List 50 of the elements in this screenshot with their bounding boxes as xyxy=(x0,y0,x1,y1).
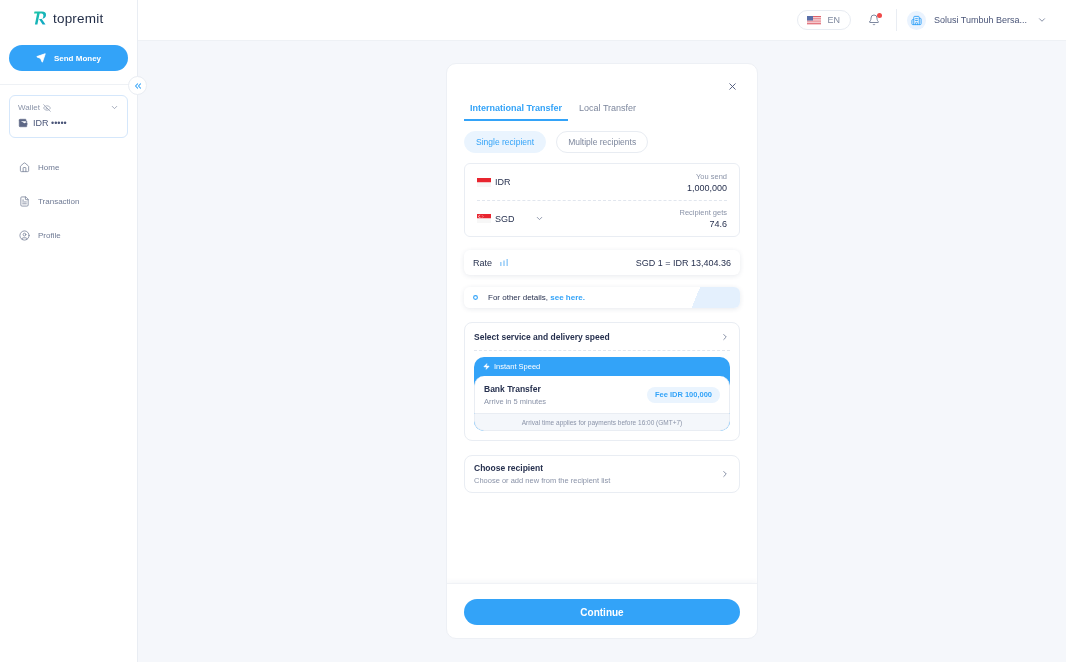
nav-item[interactable]: Transaction xyxy=(0,191,84,211)
chevron-down-icon xyxy=(1037,15,1047,25)
collapse-button[interactable] xyxy=(128,76,147,95)
method-name: Bank Transfer xyxy=(484,383,542,394)
continue-button[interactable]: Continue xyxy=(464,599,740,625)
tab[interactable]: Local Transfer xyxy=(573,103,643,121)
circle-icon xyxy=(473,295,478,300)
currency-code: SGD xyxy=(495,213,516,224)
home-icon xyxy=(19,161,30,173)
bar-chart-icon xyxy=(500,259,508,266)
chevron-right-icon xyxy=(720,469,730,479)
see-here-link[interactable]: see here. xyxy=(550,293,585,302)
recipient-mode-toggle[interactable]: Single recipient xyxy=(464,131,547,153)
flag-icon xyxy=(807,15,822,25)
account-menu[interactable]: Solusi Tumbuh Bersa... xyxy=(906,10,1047,30)
logo-icon xyxy=(34,11,47,25)
double-chevron-left-icon xyxy=(132,80,143,91)
nav-item[interactable]: Profile xyxy=(0,225,65,245)
service-selector[interactable]: Select service and delivery speed xyxy=(474,323,730,351)
wallet-icon xyxy=(18,118,28,128)
building-icon xyxy=(906,10,926,30)
close-icon[interactable] xyxy=(727,81,738,92)
recipient-mode-toggle[interactable]: Multiple recipients xyxy=(556,131,649,153)
amount-value: 74.6 xyxy=(709,219,727,229)
brand-name: topremit xyxy=(53,10,104,26)
rate-label: Rate xyxy=(473,257,492,268)
tab[interactable]: International Transfer xyxy=(464,103,569,121)
nav-item[interactable]: Home xyxy=(0,157,64,177)
language-selector[interactable]: EN xyxy=(797,10,851,30)
eye-off-icon[interactable] xyxy=(42,103,51,112)
paper-plane-icon xyxy=(35,53,46,63)
chevron-down-icon[interactable] xyxy=(110,103,119,112)
account-name: Solusi Tumbuh Bersa... xyxy=(933,15,1027,25)
chevron-down-icon[interactable] xyxy=(535,214,544,223)
flag-icon xyxy=(477,177,491,187)
currency-code: IDR xyxy=(495,177,512,187)
send-money-button[interactable]: Send Money xyxy=(9,45,128,71)
document-icon xyxy=(19,195,30,207)
recipient-title: Choose recipient xyxy=(474,463,544,473)
wallet-label: Wallet xyxy=(18,103,40,112)
flag-icon xyxy=(477,214,491,223)
notice-text: For other details, see here. xyxy=(488,293,585,302)
wallet-card[interactable]: Wallet IDR ••••• xyxy=(9,95,128,138)
lightning-icon xyxy=(483,363,490,370)
bell-icon[interactable] xyxy=(867,14,880,26)
wallet-balance: IDR ••••• xyxy=(33,118,67,128)
chevron-right-icon xyxy=(720,331,730,342)
rate-value: SGD 1 = IDR 13,404.36 xyxy=(635,257,731,268)
user-circle-icon xyxy=(19,229,30,241)
amount-value: 1,000,000 xyxy=(686,182,727,193)
